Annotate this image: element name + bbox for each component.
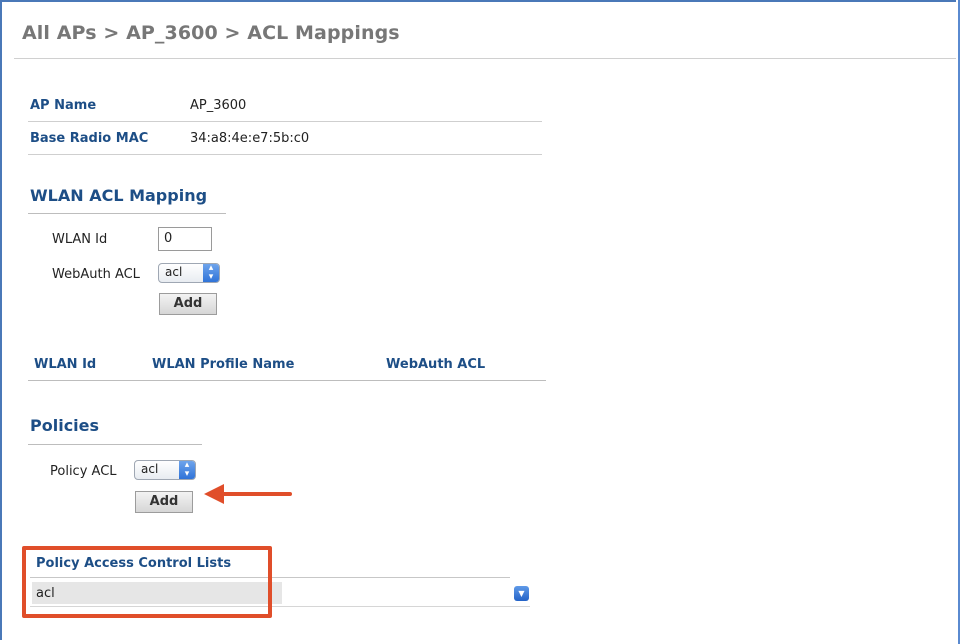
header-divider: [14, 58, 956, 59]
ap-name-value: AP_3600: [190, 98, 247, 113]
policy-acl-label: Policy ACL: [50, 464, 117, 479]
policy-acl-select[interactable]: acl ▴ ▾: [134, 460, 196, 480]
highlight-box: [22, 546, 272, 618]
chevron-down-icon[interactable]: ▼: [514, 586, 529, 601]
webauth-acl-select-value: acl: [165, 265, 183, 279]
policy-acl-select-value: acl: [141, 462, 159, 476]
column-wlan-profile-name: WLAN Profile Name: [152, 357, 295, 372]
ap-name-divider: [28, 121, 542, 122]
wlan-add-button[interactable]: Add: [159, 293, 217, 315]
policies-underline: [28, 444, 202, 445]
wlan-id-label: WLAN Id: [52, 232, 108, 247]
wlan-acl-mapping-title: WLAN ACL Mapping: [30, 186, 208, 205]
up-down-chevron-icon: ▴ ▾: [203, 264, 219, 282]
base-mac-label: Base Radio MAC: [30, 131, 149, 146]
webauth-acl-select[interactable]: acl ▴ ▾: [158, 263, 220, 283]
breadcrumb: All APs > AP_3600 > ACL Mappings: [22, 22, 400, 44]
wlan-id-input[interactable]: 0: [158, 227, 212, 251]
window-frame: [0, 0, 956, 640]
base-mac-divider: [28, 154, 542, 155]
wlan-table-header-divider: [28, 380, 546, 381]
ap-name-label: AP Name: [30, 98, 97, 113]
webauth-acl-label: WebAuth ACL: [52, 267, 140, 282]
policies-title: Policies: [30, 416, 100, 435]
column-webauth-acl: WebAuth ACL: [386, 357, 486, 372]
base-mac-value: 34:a8:4e:e7:5b:c0: [190, 131, 310, 146]
up-down-chevron-icon: ▴ ▾: [179, 461, 195, 479]
column-wlan-id: WLAN Id: [34, 357, 97, 372]
red-arrow-icon: [204, 484, 292, 504]
wlan-acl-mapping-underline: [28, 213, 226, 214]
policy-add-button[interactable]: Add: [135, 491, 193, 513]
